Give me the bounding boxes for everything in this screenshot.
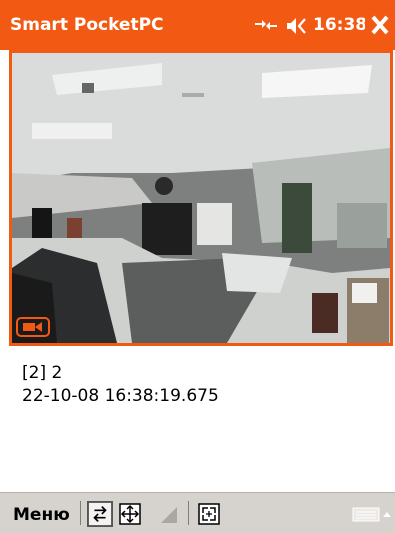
close-icon[interactable] [365,10,395,40]
info-area: [2] 2 22-10-08 16:38:19.675 [22,362,219,408]
volume-icon[interactable] [286,16,310,36]
fit-window-icon[interactable] [117,501,143,527]
keyboard-icon[interactable] [352,506,392,524]
fullscreen-icon[interactable] [196,501,222,527]
menu-button[interactable]: Меню [13,505,70,525]
ptz-triangle-icon[interactable] [157,501,183,527]
title-bar: Smart PocketPC 16:38 [0,0,395,50]
toolbar-separator [188,501,189,525]
app-title: Smart PocketPC [10,15,164,35]
video-viewport[interactable] [9,50,393,346]
swap-arrows-icon[interactable] [87,501,113,527]
clock[interactable]: 16:38 [313,15,367,35]
camera-feed [12,53,390,343]
channel-label: [2] 2 [22,363,63,383]
timestamp-label: 22-10-08 16:38:19.675 [22,386,219,406]
toolbar-separator [80,501,81,525]
connectivity-icon[interactable] [253,17,279,33]
video-camera-icon [16,317,50,337]
bottom-toolbar: Меню [0,492,395,533]
